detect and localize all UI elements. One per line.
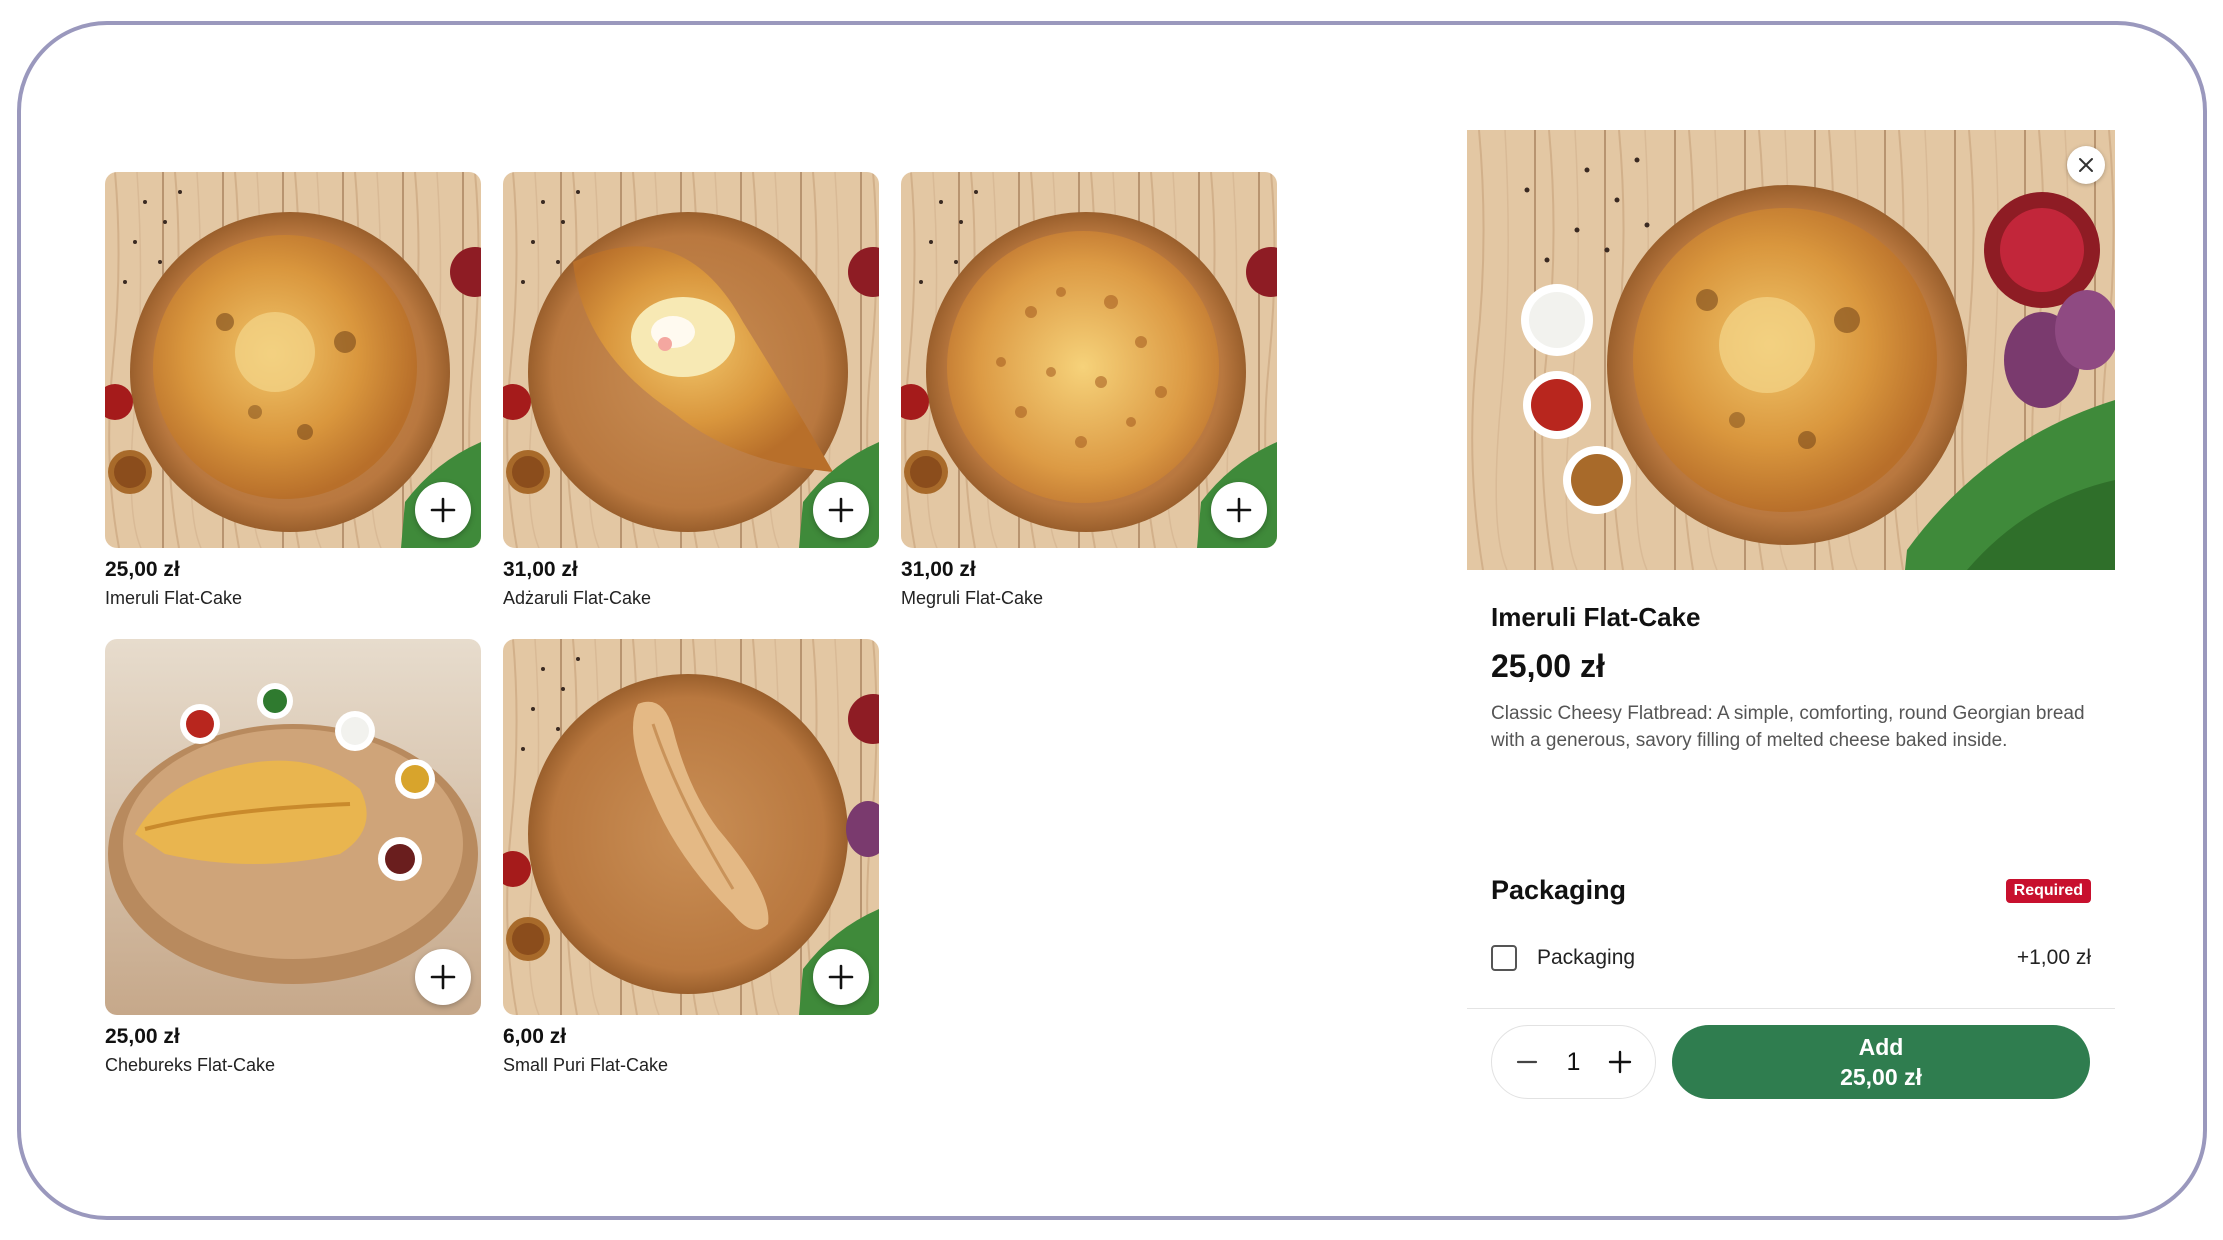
divider bbox=[1467, 1008, 2115, 1009]
add-button-label: Add bbox=[1858, 1034, 1904, 1060]
packaging-title: Packaging bbox=[1491, 875, 1627, 905]
packaging-option-label: Packaging bbox=[1537, 946, 1636, 969]
menu-item-name: Chebureks Flat-Cake bbox=[105, 1055, 276, 1075]
packaging-option-price: +1,00 zł bbox=[2016, 946, 2091, 969]
menu-item-card[interactable]: 25,00 zł Imeruli Flat-Cake bbox=[105, 172, 481, 610]
plus-icon bbox=[1226, 497, 1252, 523]
packaging-section-header: Packaging Required bbox=[1491, 875, 2091, 906]
add-to-cart-button[interactable] bbox=[415, 949, 471, 1005]
add-to-cart-button[interactable] bbox=[813, 949, 869, 1005]
product-description: Classic Cheesy Flatbread: A simple, comf… bbox=[1491, 703, 2085, 751]
add-to-cart-button[interactable] bbox=[813, 482, 869, 538]
plus-icon bbox=[430, 497, 456, 523]
menu-item-card[interactable]: 6,00 zł Small Puri Flat-Cake bbox=[503, 639, 879, 1077]
menu-item-name: Small Puri Flat-Cake bbox=[503, 1055, 669, 1075]
product-detail-panel: Imeruli Flat-Cake 25,00 zł Classic Chees… bbox=[1467, 130, 2115, 1110]
add-to-order-button[interactable]: Add 25,00 zł bbox=[1672, 1025, 2090, 1099]
imeruli-hero-photo bbox=[1467, 130, 2115, 570]
menu-item-card[interactable]: 31,00 zł Adżaruli Flat-Cake bbox=[503, 172, 879, 610]
quantity-stepper: 1 bbox=[1491, 1025, 1656, 1099]
close-icon bbox=[2079, 158, 2093, 172]
decrease-quantity-button[interactable] bbox=[1510, 1045, 1544, 1079]
menu-item-price: 25,00 zł bbox=[105, 558, 180, 581]
add-to-cart-button[interactable] bbox=[1211, 482, 1267, 538]
menu-item-name: Adżaruli Flat-Cake bbox=[503, 588, 652, 608]
menu-item-price: 31,00 zł bbox=[901, 558, 976, 581]
menu-item-image[interactable] bbox=[503, 639, 879, 1015]
increase-quantity-button[interactable] bbox=[1603, 1045, 1637, 1079]
packaging-option[interactable]: Packaging +1,00 zł bbox=[1491, 938, 2091, 978]
product-hero-image bbox=[1467, 130, 2115, 570]
minus-icon bbox=[1516, 1060, 1538, 1064]
menu-item-price: 31,00 zł bbox=[503, 558, 578, 581]
menu-item-name: Megruli Flat-Cake bbox=[901, 588, 1044, 608]
plus-icon bbox=[1608, 1050, 1632, 1074]
menu-item-price: 25,00 zł bbox=[105, 1025, 180, 1048]
menu-item-price: 6,00 zł bbox=[503, 1025, 567, 1048]
menu-item-image[interactable] bbox=[503, 172, 879, 548]
product-price: 25,00 zł bbox=[1491, 648, 1605, 684]
menu-item-card[interactable]: 25,00 zł Chebureks Flat-Cake bbox=[105, 639, 481, 1077]
plus-icon bbox=[828, 964, 854, 990]
plus-icon bbox=[828, 497, 854, 523]
plus-icon bbox=[430, 964, 456, 990]
menu-item-image[interactable] bbox=[105, 172, 481, 548]
product-title: Imeruli Flat-Cake bbox=[1491, 602, 1701, 632]
close-button[interactable] bbox=[2067, 146, 2105, 184]
menu-item-card[interactable]: 31,00 zł Megruli Flat-Cake bbox=[901, 172, 1277, 610]
menu-item-image[interactable] bbox=[901, 172, 1277, 548]
add-to-cart-button[interactable] bbox=[415, 482, 471, 538]
add-button-total: 25,00 zł bbox=[1840, 1064, 1922, 1090]
menu-item-image[interactable] bbox=[105, 639, 481, 1015]
quantity-value: 1 bbox=[1566, 1047, 1581, 1076]
required-badge: Required bbox=[2005, 878, 2091, 903]
packaging-checkbox[interactable] bbox=[1491, 945, 1517, 971]
menu-item-name: Imeruli Flat-Cake bbox=[105, 588, 243, 608]
